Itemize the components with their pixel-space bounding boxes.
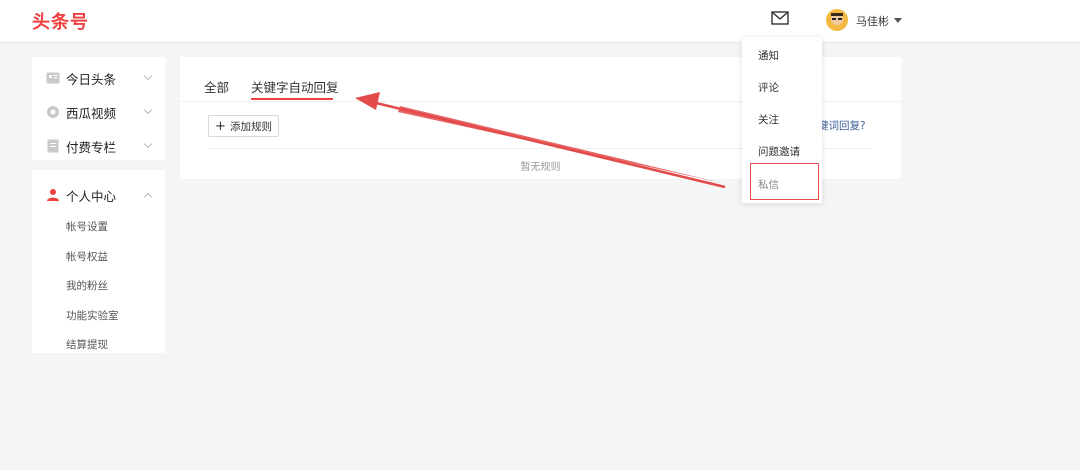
xigua-icon (47, 106, 59, 118)
sidebar-item-xigua[interactable]: 西瓜视频 (32, 95, 165, 129)
toutiao-icon (46, 72, 60, 84)
avatar[interactable] (826, 9, 848, 31)
chevron-down-icon (143, 105, 153, 115)
help-link[interactable]: 键词回复? (818, 118, 866, 133)
top-bar: 头条号 马佳彬 (0, 0, 1080, 43)
active-tab-indicator (251, 98, 333, 100)
sidebar-item-column[interactable]: 付费专栏 (32, 129, 165, 163)
sidebar-item-label: 今日头条 (66, 71, 117, 87)
user-icon (47, 189, 59, 201)
message-dropdown: 通知 评论 关注 问题邀请 私信 (742, 37, 822, 203)
dropdown-item-question-invites[interactable]: 问题邀请 (758, 144, 800, 159)
tab-all[interactable]: 全部 (204, 77, 229, 96)
tab-keyword-auto-reply[interactable]: 关键字自动回复 (251, 77, 339, 96)
chevron-down-icon (143, 71, 153, 81)
sidebar-subitem-feature-lab[interactable]: 功能实验室 (32, 301, 165, 331)
logo[interactable]: 头条号 (32, 8, 89, 34)
sidebar-subitem-account-rights[interactable]: 帐号权益 (32, 242, 165, 272)
chevron-down-icon (143, 139, 153, 149)
sidebar-item-personal[interactable]: 个人中心 (32, 178, 165, 212)
add-rule-label: 添加规则 (229, 120, 272, 133)
sidebar-top-block: 今日头条 西瓜视频 付费专栏 (32, 57, 165, 160)
dropdown-item-comments[interactable]: 评论 (758, 80, 779, 95)
sidebar-item-toutiao[interactable]: 今日头条 (32, 61, 165, 95)
sidebar-item-label: 付费专栏 (66, 139, 117, 155)
avatar-icon (826, 9, 848, 31)
annotation-highlight-box (750, 163, 819, 200)
mail-icon[interactable] (771, 11, 789, 25)
column-icon (47, 139, 59, 153)
sidebar-item-label: 个人中心 (66, 188, 117, 204)
username[interactable]: 马佳彬 (856, 13, 889, 29)
sidebar-item-label: 西瓜视频 (66, 105, 117, 121)
add-rule-button[interactable]: + 添加规则 (208, 115, 279, 137)
sidebar: 今日头条 西瓜视频 付费专栏 个人中心 帐号设置 帐号权益 我的粉丝 功能实验室… (32, 57, 165, 353)
caret-down-icon[interactable] (894, 18, 902, 23)
sidebar-subitem-my-fans[interactable]: 我的粉丝 (32, 271, 165, 301)
dropdown-item-follows[interactable]: 关注 (758, 112, 779, 127)
plus-icon: + (215, 118, 226, 134)
sidebar-personal-block: 个人中心 帐号设置 帐号权益 我的粉丝 功能实验室 结算提现 (32, 170, 165, 353)
chevron-up-icon (143, 192, 153, 202)
sidebar-subitem-settlement[interactable]: 结算提现 (32, 330, 165, 360)
sidebar-subitem-account-settings[interactable]: 帐号设置 (32, 212, 165, 242)
dropdown-item-notifications[interactable]: 通知 (758, 48, 779, 63)
